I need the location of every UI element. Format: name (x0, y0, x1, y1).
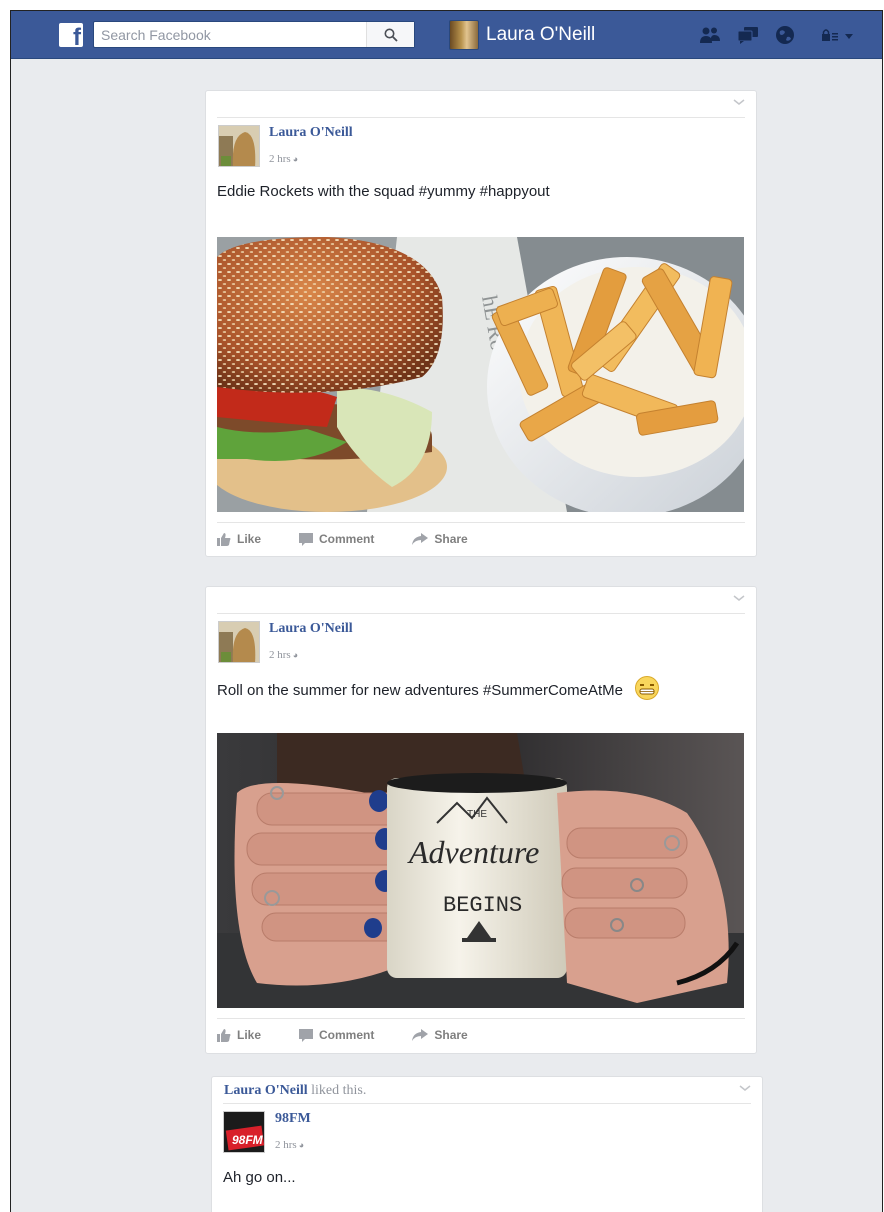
thumbs-up-icon (217, 532, 231, 546)
share-arrow-icon (412, 1029, 429, 1041)
thumbs-up-icon (217, 1028, 231, 1042)
search-input[interactable] (94, 22, 364, 47)
author-avatar[interactable] (218, 125, 260, 167)
mug-text-adventure: Adventure (407, 834, 539, 870)
adventure-mug-photo: THE Adventure BEGINS (217, 733, 744, 1008)
globe-icon (776, 26, 794, 44)
avatar (449, 20, 479, 50)
share-button[interactable]: Share (412, 532, 468, 546)
post-author-name[interactable]: Laura O'Neill (269, 125, 353, 141)
profile-name: Laura O'Neill (486, 24, 596, 45)
post-text: Ah go on... (223, 1169, 296, 1186)
search-box (93, 21, 415, 48)
audience-globe-icon: ◕ (292, 650, 299, 660)
post-timestamp[interactable]: 2 hrs ◕ (269, 649, 298, 661)
post-photo[interactable]: hE Rockets (217, 237, 744, 512)
audience-globe-icon: ◕ (292, 154, 299, 164)
post-header-divider (223, 1103, 751, 1104)
chat-bubbles-icon (737, 27, 758, 44)
like-button[interactable]: Like (217, 532, 261, 546)
like-button[interactable]: Like (217, 1028, 261, 1042)
friend-requests-icon[interactable] (698, 24, 722, 46)
post-text: Eddie Rockets with the squad #yummy #hap… (217, 183, 550, 200)
post-time-text: 2 hrs (275, 1139, 297, 1151)
profile-link[interactable]: Laura O'Neill (449, 19, 595, 51)
post-text: Roll on the summer for new adventures #S… (217, 681, 623, 699)
burger-and-fries-photo: hE Rockets (217, 237, 744, 512)
post-author-name[interactable]: Laura O'Neill (269, 621, 353, 637)
friends-icon (700, 27, 720, 43)
author-avatar[interactable] (218, 621, 260, 663)
browser-frame: f Laura O'Neill (10, 10, 883, 1212)
liked-suffix: liked this. (311, 1083, 367, 1098)
actions-divider (217, 522, 745, 523)
mug-text-the: THE (467, 809, 487, 820)
comment-button[interactable]: Comment (299, 1028, 374, 1042)
share-label: Share (434, 532, 468, 546)
post-author-name[interactable]: 98FM (275, 1111, 311, 1127)
account-menu-caret-icon (845, 34, 853, 39)
comment-bubble-icon (299, 1028, 314, 1042)
post-time-text: 2 hrs (269, 153, 291, 165)
post-actions: Like Comment Share (217, 532, 506, 546)
notifications-globe-icon[interactable] (773, 24, 797, 46)
search-icon (384, 28, 398, 42)
feed-post: Laura O'Neill 2 hrs ◕ Roll on the summer … (205, 586, 757, 1054)
page-avatar[interactable]: 98FM (223, 1111, 265, 1153)
post-options-chevron-icon[interactable] (738, 1083, 752, 1093)
share-arrow-icon (412, 533, 429, 545)
post-time-text: 2 hrs (269, 649, 291, 661)
share-label: Share (434, 1028, 468, 1042)
like-label: Like (237, 1028, 262, 1042)
comment-bubble-icon (299, 532, 314, 546)
post-header-divider (217, 117, 745, 118)
post-options-chevron-icon[interactable] (732, 593, 746, 603)
liked-this-story: Laura O'Neill liked this. (224, 1083, 366, 1099)
facebook-logo-letter: f (73, 24, 81, 51)
post-options-chevron-icon[interactable] (732, 97, 746, 107)
98fm-logo-text: 98FM (232, 1133, 264, 1147)
98fm-logo-icon: 98FM (224, 1112, 264, 1152)
like-label: Like (237, 532, 262, 546)
post-photo[interactable]: THE Adventure BEGINS (217, 733, 744, 1008)
search-button[interactable] (366, 22, 414, 47)
feed-post: Laura O'Neill 2 hrs ◕ Eddie Rockets with … (205, 90, 757, 557)
feed-post: Laura O'Neill liked this. 98FM 98FM 2 hr… (211, 1076, 763, 1212)
liked-by-name[interactable]: Laura O'Neill (224, 1083, 308, 1098)
comment-button[interactable]: Comment (299, 532, 374, 546)
grimacing-face-emoji-icon (635, 676, 660, 700)
post-actions: Like Comment Share (217, 1028, 506, 1042)
mug-text-begins: BEGINS (443, 893, 522, 918)
messages-icon[interactable] (736, 24, 760, 46)
post-timestamp[interactable]: 2 hrs ◕ (269, 153, 298, 165)
privacy-lock-icon (822, 29, 853, 41)
top-navigation-bar: f Laura O'Neill (11, 11, 882, 59)
post-text-row: Roll on the summer for new adventures #S… (217, 676, 660, 703)
comment-label: Comment (319, 1028, 375, 1042)
share-button[interactable]: Share (412, 1028, 468, 1042)
post-timestamp[interactable]: 2 hrs ◕ (275, 1139, 304, 1151)
audience-globe-icon: ◕ (298, 1140, 305, 1150)
facebook-logo[interactable]: f (59, 23, 83, 51)
comment-label: Comment (319, 532, 375, 546)
actions-divider (217, 1018, 745, 1019)
post-header-divider (217, 613, 745, 614)
privacy-menu[interactable] (821, 24, 857, 46)
